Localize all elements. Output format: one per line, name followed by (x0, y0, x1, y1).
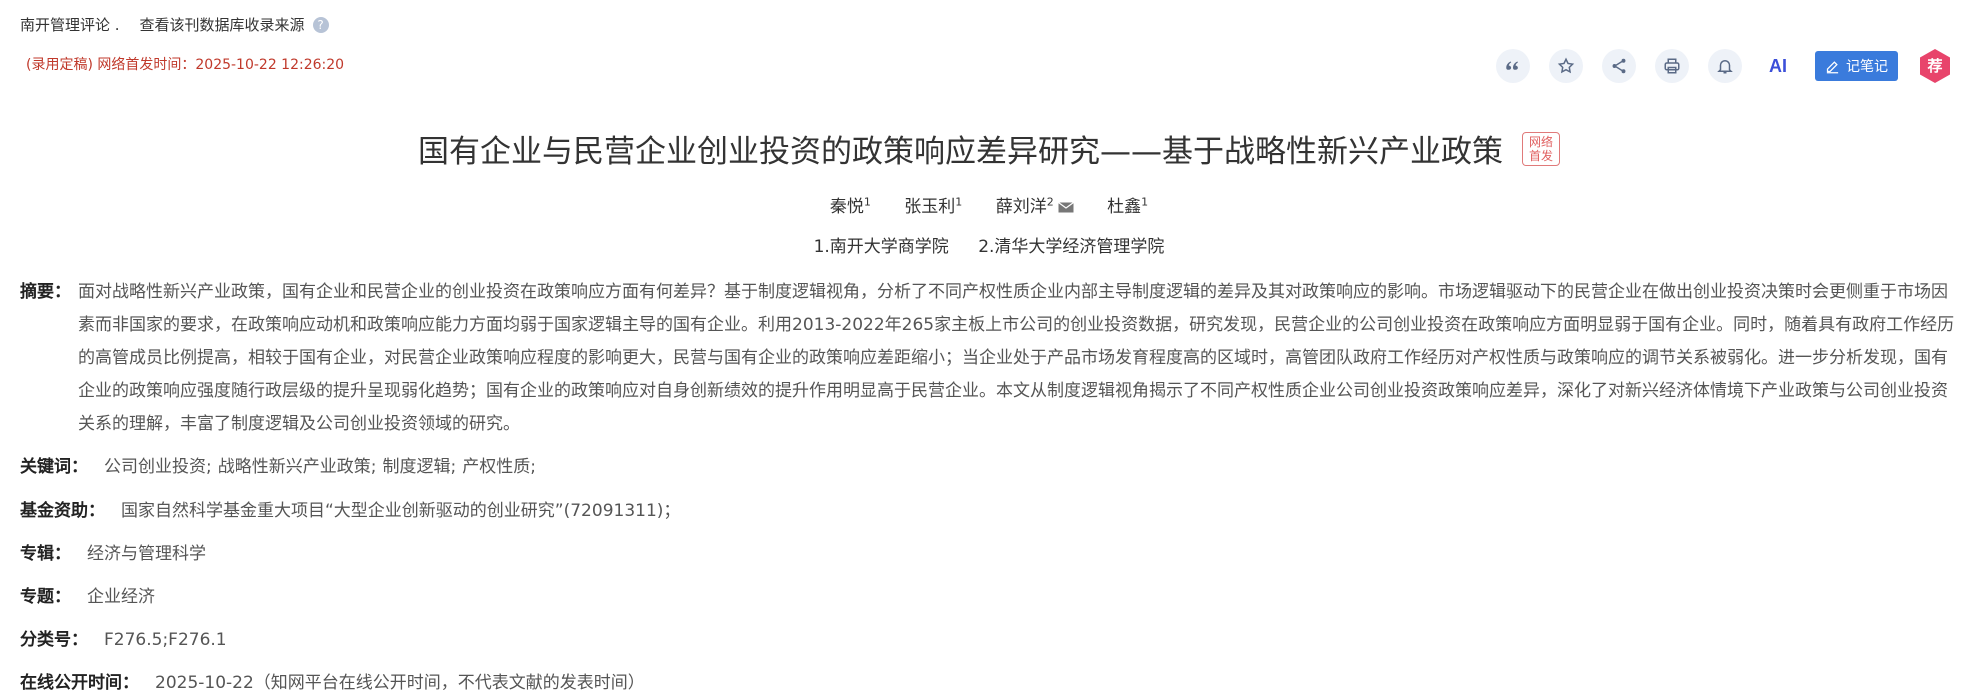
article-toolbar: AI 记笔记 荐 (1477, 48, 1952, 84)
database-source-link[interactable]: 查看该刊数据库收录来源 (140, 14, 305, 35)
keyword-link[interactable]: 制度逻辑; (382, 457, 456, 477)
take-note-label: 记笔记 (1846, 59, 1888, 75)
print-icon[interactable] (1655, 49, 1689, 83)
keyword-link[interactable]: 公司创业投资; (104, 457, 212, 477)
author-list: 秦悦1 张玉利1 薛刘洋2 杜鑫1 (0, 192, 1978, 217)
fund-label: 基金资助： (20, 501, 105, 521)
title-row: 国有企业与民营企业创业投资的政策响应差异研究——基于战略性新兴产业政策 网络首发 (0, 126, 1978, 171)
series-value: 经济与管理科学 (87, 544, 206, 564)
online-date-value: 2025-10-22（知网平台在线公开时间，不代表文献的发表时间） (155, 673, 645, 693)
topic-label: 专题： (20, 587, 71, 607)
affiliation-list: 1.南开大学商学院 2.清华大学经济管理学院 (0, 232, 1978, 257)
abstract-section: 摘要： 面对战略性新兴产业政策，国有企业和民营企业的创业投资在政策响应方面有何差… (20, 276, 1958, 441)
classification-row: 分类号： F276.5;F276.1 (20, 625, 227, 650)
bell-icon[interactable] (1708, 49, 1742, 83)
journal-header: 南开管理评论 . 查看该刊数据库收录来源 ? (20, 14, 329, 35)
mail-icon[interactable] (1057, 201, 1074, 213)
keyword-link[interactable]: 战略性新兴产业政策; (218, 457, 377, 477)
star-icon[interactable] (1549, 49, 1583, 83)
journal-name[interactable]: 南开管理评论 . (20, 14, 120, 35)
fund-link[interactable]: 国家自然科学基金重大项目“大型企业创新驱动的创业研究”(72091311)； (121, 501, 680, 521)
topic-value: 企业经济 (87, 587, 155, 607)
topic-row: 专题： 企业经济 (20, 582, 155, 607)
fund-row: 基金资助： 国家自然科学基金重大项目“大型企业创新驱动的创业研究”(7209131… (20, 496, 680, 521)
series-row: 专辑： 经济与管理科学 (20, 539, 206, 564)
series-label: 专辑： (20, 544, 71, 564)
online-date-label: 在线公开时间： (20, 673, 139, 693)
ai-assistant-button[interactable]: AI (1761, 49, 1795, 83)
author-link[interactable]: 秦悦1 (830, 195, 871, 217)
publication-status: (录用定稿) 网络首发时间：2025-10-22 12:26:20 (26, 57, 345, 73)
online-date-row: 在线公开时间： 2025-10-22（知网平台在线公开时间，不代表文献的发表时间） (20, 668, 645, 693)
keywords-label: 关键词： (20, 457, 88, 477)
author-link[interactable]: 薛刘洋2 (996, 195, 1074, 217)
keyword-link[interactable]: 产权性质; (462, 457, 536, 477)
classification-label: 分类号： (20, 630, 88, 650)
author-link[interactable]: 杜鑫1 (1107, 195, 1148, 217)
recommend-icon: 荐 (1920, 49, 1950, 83)
pencil-icon (1826, 60, 1839, 73)
abstract-text: 面对战略性新兴产业政策，国有企业和民营企业的创业投资在政策响应方面有何差异？基于… (78, 282, 1955, 434)
author-link[interactable]: 张玉利1 (904, 195, 962, 217)
help-icon[interactable]: ? (312, 16, 329, 33)
net-first-badge: 网络首发 (1522, 131, 1561, 166)
affiliation-link[interactable]: 2.清华大学经济管理学院 (978, 237, 1164, 257)
quote-icon[interactable] (1496, 49, 1530, 83)
affiliation-link[interactable]: 1.南开大学商学院 (814, 237, 949, 257)
recommend-label: 荐 (1926, 57, 1942, 75)
take-note-button[interactable]: 记笔记 (1815, 51, 1898, 81)
article-title: 国有企业与民营企业创业投资的政策响应差异研究——基于战略性新兴产业政策 (417, 134, 1503, 170)
keywords-row: 关键词： 公司创业投资; 战略性新兴产业政策; 制度逻辑; 产权性质; (20, 452, 542, 477)
recommend-button[interactable]: 荐 (1918, 48, 1952, 84)
classification-value: F276.5;F276.1 (104, 630, 227, 650)
share-icon[interactable] (1602, 49, 1636, 83)
abstract-label: 摘要： (20, 282, 71, 302)
